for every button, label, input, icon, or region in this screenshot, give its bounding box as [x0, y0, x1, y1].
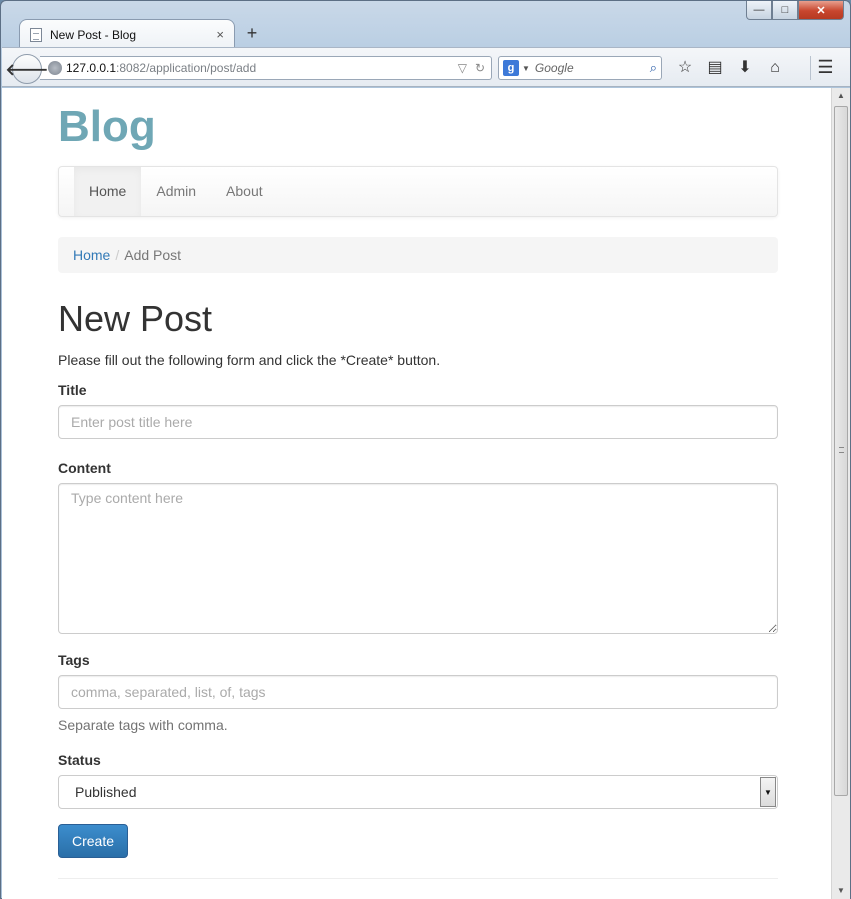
- divider: [58, 878, 778, 879]
- chevron-down-icon[interactable]: ▼: [522, 64, 530, 73]
- tab-title: New Post - Blog: [50, 27, 137, 42]
- content-group: Content: [58, 458, 778, 634]
- download-icon[interactable]: ⬇: [730, 56, 760, 80]
- search-bar[interactable]: g ▼ Google ⌕: [498, 56, 662, 80]
- tab-close-icon[interactable]: ×: [216, 27, 224, 42]
- nav-item-home[interactable]: Home: [74, 167, 142, 216]
- browser-toolbar: 127.0.0.1:8082/application/post/add ▽ ↻ …: [2, 47, 850, 87]
- scroll-down-arrow-icon[interactable]: ▼: [832, 883, 850, 899]
- vertical-scrollbar[interactable]: ▲ ▼: [831, 88, 850, 899]
- hamburger-icon[interactable]: ☰: [810, 56, 840, 80]
- reload-icon[interactable]: ↻: [475, 61, 485, 75]
- nav-item-admin[interactable]: Admin: [141, 167, 211, 216]
- star-icon[interactable]: ☆: [670, 56, 700, 80]
- grip-icon: [839, 447, 844, 453]
- reading-list-icon[interactable]: ▤: [700, 56, 730, 80]
- breadcrumb-current: Add Post: [124, 247, 182, 263]
- arrow-left-icon: 🡐: [5, 61, 49, 79]
- breadcrumb-home-link[interactable]: Home: [73, 247, 110, 263]
- title-group: Title: [58, 380, 778, 439]
- scrollbar-thumb[interactable]: [834, 106, 848, 796]
- back-button[interactable]: 🡐: [6, 54, 48, 84]
- home-icon[interactable]: ⌂: [760, 56, 790, 80]
- page-title: New Post: [58, 298, 213, 339]
- page-viewport: Blog Home Admin About Home / Add Post New …: [2, 88, 850, 899]
- url-host: 127.0.0.1: [66, 61, 117, 75]
- toolbar-icons: ☆ ▤ ⬇ ⌂: [670, 56, 790, 80]
- status-selected-value: Published: [75, 784, 137, 800]
- globe-icon: [48, 61, 62, 75]
- breadcrumb-separator: /: [115, 247, 120, 263]
- status-label: Status: [58, 752, 101, 768]
- search-icon[interactable]: ⌕: [650, 60, 657, 76]
- create-button[interactable]: Create: [58, 824, 129, 858]
- browser-tab[interactable]: New Post - Blog ×: [19, 19, 235, 49]
- site-nav: Home Admin About: [58, 166, 778, 217]
- content-label: Content: [58, 460, 111, 476]
- search-placeholder: Google: [534, 61, 574, 75]
- dropdown-triangle-icon[interactable]: ▽: [458, 61, 467, 75]
- new-tab-button[interactable]: +: [243, 23, 261, 44]
- content-textarea[interactable]: [58, 483, 778, 634]
- nav-item-about[interactable]: About: [211, 167, 278, 216]
- status-group: Status Published ▼: [58, 750, 778, 809]
- address-bar[interactable]: 127.0.0.1:8082/application/post/add ▽ ↻: [40, 56, 492, 80]
- chevron-down-icon[interactable]: ▼: [760, 777, 776, 807]
- breadcrumb: Home / Add Post: [58, 237, 778, 273]
- tab-strip: New Post - Blog × +: [1, 15, 850, 49]
- page-icon: [30, 27, 42, 42]
- tags-label: Tags: [58, 652, 90, 668]
- title-label: Title: [58, 382, 87, 398]
- scroll-up-arrow-icon[interactable]: ▲: [832, 88, 850, 104]
- form-intro: Please fill out the following form and c…: [58, 352, 441, 368]
- url-path: :8082/application/post/add: [116, 61, 257, 75]
- google-icon[interactable]: g: [503, 60, 519, 76]
- tags-help-text: Separate tags with comma.: [58, 717, 228, 733]
- tags-input[interactable]: [58, 675, 778, 709]
- site-brand[interactable]: Blog: [58, 102, 778, 152]
- page-container: Blog Home Admin About Home / Add Post New …: [58, 88, 778, 879]
- title-input[interactable]: [58, 405, 778, 439]
- browser-window: — □ ✕ New Post - Blog × + 127.0.0.1:8082…: [0, 0, 851, 899]
- status-select[interactable]: Published ▼: [58, 775, 778, 809]
- tags-group: Tags Separate tags with comma.: [58, 650, 778, 735]
